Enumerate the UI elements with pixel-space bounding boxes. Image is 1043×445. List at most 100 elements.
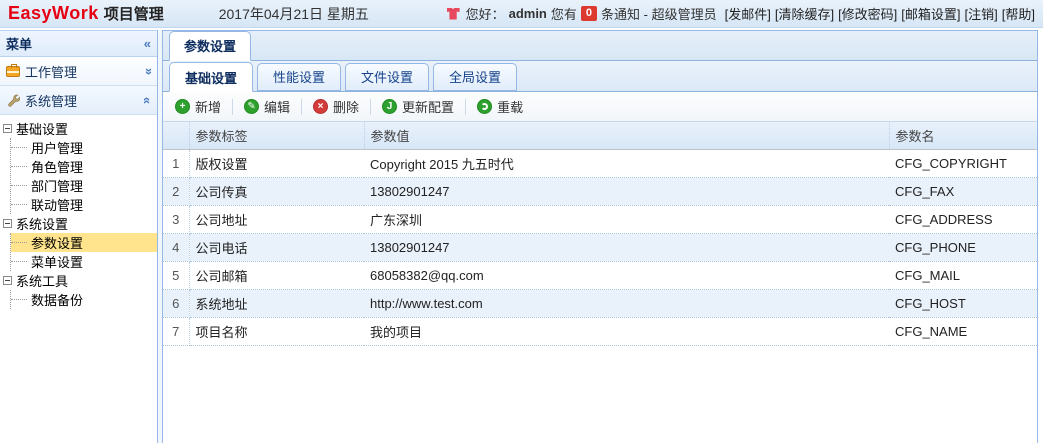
sidebar: 菜单 « 工作管理 « 系统管理 « 基础设置 用户管理 角色管理 部门管理 联动管理系… [0, 30, 158, 443]
header-link-2[interactable]: [修改密码] [838, 4, 897, 23]
toolbar-button-label: 新增 [195, 100, 222, 115]
sub-tab-strip: 基础设置 性能设置 文件设置 全局设置 [163, 61, 1037, 92]
tree-node[interactable]: 角色管理 [11, 157, 157, 176]
col-param-label[interactable]: 参数标签 [189, 122, 365, 150]
cell-param-value: http://www.test.com [364, 289, 889, 318]
header-link-5[interactable]: [帮助] [1002, 4, 1035, 23]
notice-count-badge[interactable]: 0 [580, 6, 598, 21]
notice-before: 您有 [550, 7, 577, 22]
cell-param-name: CFG_ADDRESS [889, 205, 1037, 234]
sidebar-title: 菜单 [6, 37, 33, 52]
header-link-3[interactable]: [邮箱设置] [901, 4, 960, 23]
tree-node-root[interactable]: 系统工具 [3, 271, 157, 290]
current-date: 2017年04月21日 星期五 [218, 5, 369, 22]
header-link-4[interactable]: [注销] [965, 4, 998, 23]
subtab-3[interactable]: 全局设置 [433, 63, 518, 91]
user-area: 您好： admin 您有 0 条通知 - 超级管理员 [发邮件] [清除缓存] [修… [446, 4, 1035, 23]
tree-node[interactable]: 部门管理 [11, 176, 157, 195]
row-number: 4 [163, 233, 190, 262]
table-row[interactable]: 3 公司地址 广东深圳 CFG_ADDRESS [163, 205, 1037, 234]
col-param-value[interactable]: 参数值 [364, 122, 890, 150]
subtab-0[interactable]: 基础设置 [169, 62, 254, 92]
cell-param-name: CFG_NAME [889, 317, 1037, 346]
table-header-row: 参数标签 参数值 参数名 [163, 122, 1037, 150]
tree-node-selected[interactable]: 参数设置 [11, 233, 157, 252]
toolbar-button-label: 编辑 [264, 100, 291, 115]
accordion-label: 系统管理 [25, 93, 78, 109]
tree-node-root[interactable]: 系统设置 [3, 214, 157, 233]
toolbar-button-label: 重载 [497, 100, 524, 115]
reload-icon [477, 99, 493, 114]
cell-param-value: 我的项目 [364, 317, 889, 346]
tree-node-root[interactable]: 基础设置 [3, 119, 157, 138]
col-rownum [163, 122, 190, 150]
toolbar-separator [370, 98, 372, 115]
pencil-icon: ✎ [244, 99, 260, 114]
header-link-0[interactable]: [发邮件] [725, 4, 771, 23]
accordion-work-management[interactable]: 工作管理 « [0, 57, 157, 86]
collapse-box-icon[interactable] [3, 124, 12, 133]
greeting-label: 您好： [465, 7, 505, 22]
table-row[interactable]: 7 项目名称 我的项目 CFG_NAME [163, 317, 1037, 346]
collapse-box-icon[interactable] [3, 219, 12, 228]
top-bar: EasyWork 项目管理 2017年04月21日 星期五 您好： admin … [0, 0, 1043, 28]
cell-param-name: CFG_COPYRIGHT [889, 149, 1037, 178]
subtab-2[interactable]: 文件设置 [345, 63, 430, 91]
row-number: 1 [163, 149, 190, 178]
toolbar-button-0[interactable]: + 新增 [167, 94, 229, 119]
cell-param-value: 68058382@qq.com [364, 261, 889, 290]
collapse-box-icon[interactable] [3, 276, 12, 285]
tree-node[interactable]: 用户管理 [11, 138, 157, 157]
accordion-label: 工作管理 [25, 64, 78, 80]
content-panel: 参数设置 基础设置 性能设置 文件设置 全局设置 + 新增 ✎ 编辑 × 删除 J 更新配置 重载 参… [162, 30, 1038, 443]
cell-param-name: CFG_MAIL [889, 261, 1037, 290]
app-logo: EasyWork [8, 3, 99, 23]
accordion-system-management[interactable]: 系统管理 « [0, 86, 157, 115]
toolbar-button-1[interactable]: ✎ 编辑 [236, 94, 298, 119]
row-number: 5 [163, 261, 190, 290]
cell-param-label: 系统地址 [189, 289, 364, 318]
cell-param-label: 项目名称 [189, 317, 364, 346]
table-row[interactable]: 5 公司邮箱 68058382@qq.com CFG_MAIL [163, 261, 1037, 290]
tree-node[interactable]: 联动管理 [11, 195, 157, 214]
cell-param-value: 13802901247 [364, 233, 889, 262]
sidebar-header: 菜单 « [0, 30, 157, 57]
tree-children: 参数设置 菜单设置 [10, 233, 157, 271]
briefcase-icon [6, 63, 20, 77]
subtab-1[interactable]: 性能设置 [257, 63, 342, 91]
cell-param-label: 公司传真 [189, 177, 364, 206]
toolbar-button-4[interactable]: 重载 [469, 94, 531, 119]
chevron-down-icon: « [139, 67, 155, 75]
toolbar-button-2[interactable]: × 删除 [305, 94, 367, 119]
header-link-1[interactable]: [清除缓存] [775, 4, 834, 23]
table-row[interactable]: 1 版权设置 Copyright 2015 九五时代 CFG_COPYRIGHT [163, 149, 1037, 178]
sidebar-collapse-icon[interactable]: « [144, 37, 151, 50]
grid-toolbar: + 新增 ✎ 编辑 × 删除 J 更新配置 重载 [163, 92, 1037, 122]
cell-param-name: CFG_FAX [889, 177, 1037, 206]
tab-parameter-settings[interactable]: 参数设置 [169, 31, 252, 61]
toolbar-separator [465, 98, 467, 115]
toolbar-button-3[interactable]: J 更新配置 [374, 94, 462, 119]
table-row[interactable]: 6 系统地址 http://www.test.com CFG_HOST [163, 289, 1037, 318]
tree-children: 数据备份 [10, 290, 157, 309]
table-row[interactable]: 4 公司电话 13802901247 CFG_PHONE [163, 233, 1037, 262]
parameters-table: 参数标签 参数值 参数名 1 版权设置 Copyright 2015 九五时代 CFG… [163, 122, 1037, 346]
table-row[interactable]: 2 公司传真 13802901247 CFG_FAX [163, 177, 1037, 206]
main-tab-strip: 参数设置 [163, 31, 1037, 61]
toolbar-button-label: 更新配置 [402, 100, 455, 115]
update-icon: J [382, 99, 398, 114]
tree-node[interactable]: 菜单设置 [11, 252, 157, 271]
cell-param-label: 公司地址 [189, 205, 364, 234]
user-shirt-icon [446, 7, 460, 20]
cell-param-value: Copyright 2015 九五时代 [364, 149, 889, 178]
menu-tree: 基础设置 用户管理 角色管理 部门管理 联动管理 系统设置 参数设置 菜单设置 系统工具 数据备份 [0, 115, 157, 443]
cell-param-name: CFG_HOST [889, 289, 1037, 318]
tree-node[interactable]: 数据备份 [11, 290, 157, 309]
wrench-icon [8, 94, 20, 107]
toolbar-separator [232, 98, 234, 115]
col-param-name[interactable]: 参数名 [889, 122, 1037, 150]
delete-icon: × [313, 99, 329, 114]
row-number: 7 [163, 317, 190, 346]
notice-after: 条通知 - 超级管理员 [601, 7, 717, 22]
cell-param-name: CFG_PHONE [889, 233, 1037, 262]
